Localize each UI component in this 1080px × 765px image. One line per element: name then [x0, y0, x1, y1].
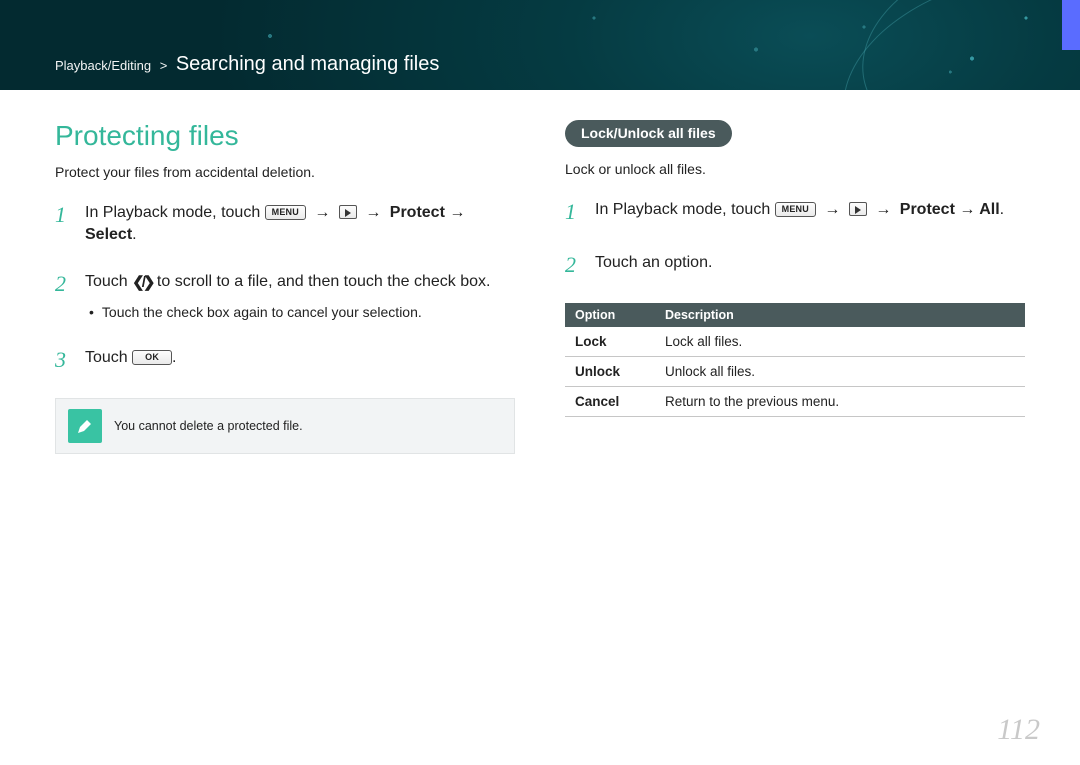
sub-list: Touch the check box again to cancel your… [85, 303, 515, 323]
breadcrumb-page: Searching and managing files [176, 53, 440, 75]
step-bold: Protect → All [900, 201, 1000, 218]
step-body: Touch an option. [595, 250, 1025, 281]
step-number: 1 [55, 200, 73, 247]
ok-button-icon: OK [132, 350, 172, 365]
page-header: Playback/Editing > Searching and managin… [0, 0, 1080, 90]
table-row: Unlock Unlock all files. [565, 356, 1025, 386]
step: 2 Touch an option. [565, 250, 1025, 281]
arrow-icon: → [820, 201, 844, 218]
step-text: Touch [85, 273, 132, 290]
breadcrumb-section: Playback/Editing [55, 58, 151, 73]
table-header: Option [565, 303, 655, 327]
note-text: You cannot delete a protected file. [114, 419, 303, 433]
step-text: In Playback mode, touch [85, 204, 265, 221]
section-tab [1062, 0, 1080, 50]
step: 1 In Playback mode, touch MENU → → Prote… [565, 197, 1025, 228]
step-body: Touch OK. [85, 345, 515, 376]
left-column: Protecting files Protect your files from… [55, 120, 515, 454]
scroll-arrows-icon: ❮/❯ [132, 272, 152, 293]
step-number: 2 [55, 269, 73, 323]
step-number: 2 [565, 250, 583, 281]
menu-button-icon: MENU [265, 205, 306, 220]
step: 1 In Playback mode, touch MENU → → Prote… [55, 200, 515, 247]
play-button-icon [339, 205, 357, 219]
step-text: Touch an option. [595, 254, 712, 271]
option-desc: Lock all files. [655, 327, 1025, 357]
steps-list: 1 In Playback mode, touch MENU → → Prote… [565, 197, 1025, 281]
arrow-icon: → [310, 204, 334, 221]
steps-list: 1 In Playback mode, touch MENU → → Prote… [55, 200, 515, 376]
step-number: 3 [55, 345, 73, 376]
subsection-intro: Lock or unlock all files. [565, 161, 1025, 177]
right-column: Lock/Unlock all files Lock or unlock all… [565, 120, 1025, 454]
table-header: Description [655, 303, 1025, 327]
table-row: Cancel Return to the previous menu. [565, 386, 1025, 416]
option-name: Unlock [565, 356, 655, 386]
sub-item: Touch the check box again to cancel your… [85, 303, 515, 323]
step-body: In Playback mode, touch MENU → → Protect… [595, 197, 1025, 228]
step: 2 Touch ❮/❯ to scroll to a file, and the… [55, 269, 515, 323]
step-text: to scroll to a file, and then touch the … [157, 273, 491, 290]
step-text: In Playback mode, touch [595, 201, 775, 218]
step-text: Touch [85, 349, 132, 366]
page-number: 112 [997, 713, 1040, 747]
step: 3 Touch OK. [55, 345, 515, 376]
subsection-pill: Lock/Unlock all files [565, 120, 732, 147]
content: Protecting files Protect your files from… [0, 90, 1080, 454]
step-number: 1 [565, 197, 583, 228]
note-box: You cannot delete a protected file. [55, 398, 515, 454]
arrow-icon: → [361, 204, 385, 221]
note-icon [68, 409, 102, 443]
menu-button-icon: MENU [775, 202, 816, 217]
option-name: Lock [565, 327, 655, 357]
section-intro: Protect your files from accidental delet… [55, 164, 515, 180]
step-body: In Playback mode, touch MENU → → Protect… [85, 200, 515, 247]
section-title: Protecting files [55, 120, 515, 152]
options-table: Option Description Lock Lock all files. … [565, 303, 1025, 417]
step-text: . [172, 349, 176, 366]
step-body: Touch ❮/❯ to scroll to a file, and then … [85, 269, 515, 323]
arrow-icon: → [871, 201, 895, 218]
option-desc: Return to the previous menu. [655, 386, 1025, 416]
breadcrumb: Playback/Editing > Searching and managin… [55, 53, 439, 76]
table-row: Lock Lock all files. [565, 327, 1025, 357]
breadcrumb-sep: > [157, 58, 171, 73]
option-name: Cancel [565, 386, 655, 416]
pencil-icon [75, 416, 95, 436]
play-button-icon [849, 202, 867, 216]
option-desc: Unlock all files. [655, 356, 1025, 386]
